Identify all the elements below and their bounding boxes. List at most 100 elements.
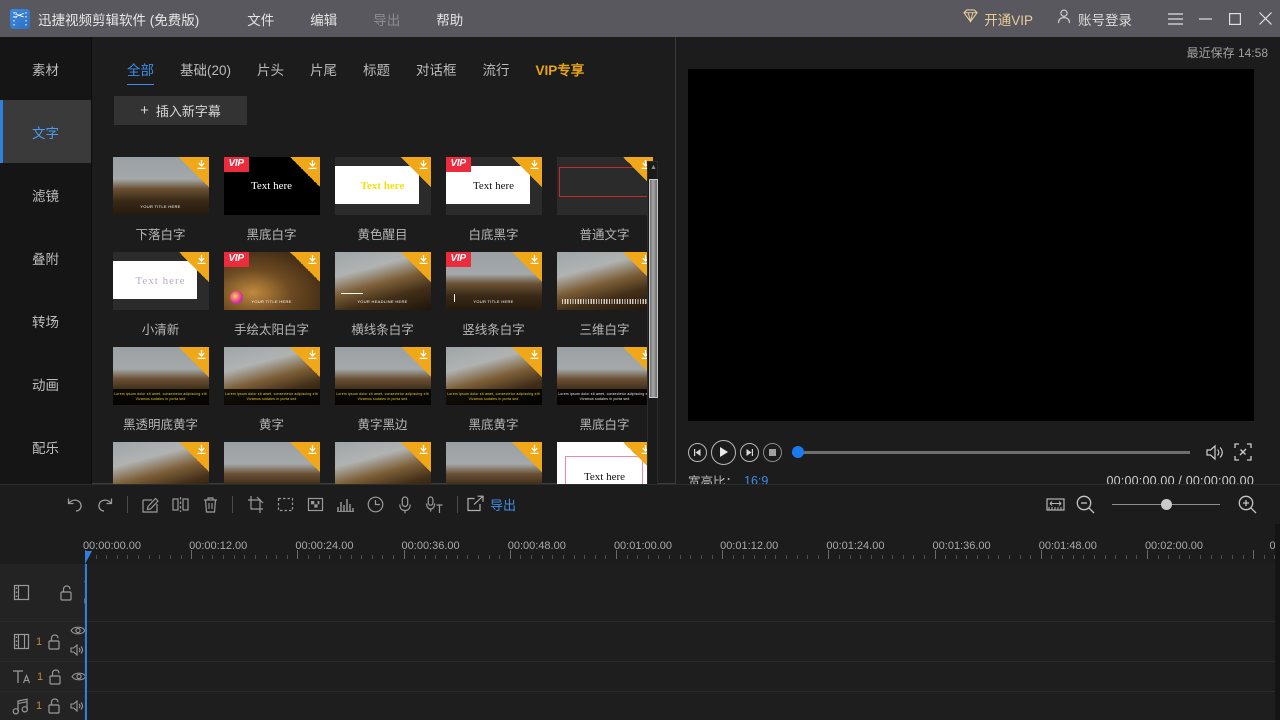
template-item[interactable]: Text here 黄色醒目 [327,157,438,243]
template-item[interactable]: Lorem ipsum dolor sit amet, consectetur … [549,347,660,433]
hamburger-menu-icon[interactable] [1160,0,1190,37]
template-item[interactable]: YOUR TITLE HERE 下落白字 [105,157,216,243]
tab-popular[interactable]: 流行 [470,55,523,83]
timeline-track-video-1[interactable]: 1 [0,622,1280,662]
timeline-zoom-slider[interactable] [1112,495,1220,515]
delete-icon[interactable] [195,485,225,525]
insert-new-subtitle-button[interactable]: + 插入新字幕 [114,96,247,125]
duration-icon[interactable] [360,485,390,525]
timeline-ruler[interactable]: 00:00:00.0000:00:12.0000:00:24.0000:00:3… [0,524,1280,564]
maximize-icon[interactable] [1220,0,1250,37]
crop-icon[interactable] [240,485,270,525]
tab-opening[interactable]: 片头 [244,55,297,83]
download-icon[interactable] [179,442,209,472]
stop-button[interactable] [763,443,782,462]
track-clip-area[interactable] [85,564,1280,621]
track-clip-area[interactable] [85,622,1280,661]
template-item[interactable]: 普通文字 [549,157,660,243]
download-icon[interactable] [290,157,320,187]
download-icon[interactable] [401,442,431,472]
sidebar-item-filter[interactable]: 滤镜 [0,163,91,226]
split-icon[interactable] [165,485,195,525]
zoom-knob[interactable] [1161,499,1172,510]
template-item[interactable]: YOUR HEADLINE HERE 横线条白字 [327,252,438,338]
mosaic-icon[interactable] [300,485,330,525]
download-icon[interactable] [179,252,209,282]
download-icon[interactable] [401,157,431,187]
tab-all[interactable]: 全部 [114,55,167,83]
tab-vip-exclusive[interactable]: VIP专享 [523,55,598,83]
fullscreen-icon[interactable] [1232,441,1254,463]
menu-item-file[interactable]: 文件 [229,5,292,33]
download-icon[interactable] [512,347,542,377]
template-item[interactable]: Lorem ipsum dolor sit amet, consectetur … [438,347,549,433]
template-item[interactable]: 三维白字 [549,252,660,338]
playback-progress-slider[interactable] [792,439,1190,465]
timeline-track-audio-1[interactable]: 1 [0,692,1280,720]
track-clip-area[interactable] [85,692,1280,720]
resize-icon[interactable] [270,485,300,525]
template-grid-scroll-area[interactable]: YOUR TITLE HERE 下落白字 Text here VIP 黑底白字 [92,157,676,517]
download-icon[interactable] [401,252,431,282]
download-icon[interactable] [179,157,209,187]
tab-title[interactable]: 标题 [350,55,403,83]
fit-timeline-icon[interactable] [1040,485,1070,525]
speaker-icon[interactable] [1204,441,1226,463]
sidebar-item-animation[interactable]: 动画 [0,352,91,415]
template-item[interactable]: Lorem ipsum dolor sit amet, consectetur … [105,347,216,433]
template-item[interactable]: Text here VIP 黑底白字 [216,157,327,243]
unlock-icon[interactable] [59,585,73,601]
unlock-icon[interactable] [47,634,61,650]
download-icon[interactable] [179,347,209,377]
play-button[interactable] [711,440,736,465]
sidebar-item-media[interactable]: 素材 [0,37,91,100]
timeline-vertical-scrollbar[interactable] [1275,524,1280,720]
template-item[interactable]: Text here 小清新 [105,252,216,338]
menu-item-edit[interactable]: 编辑 [292,5,355,33]
download-icon[interactable] [512,252,542,282]
scrollbar-thumb[interactable] [649,179,658,398]
undo-icon[interactable] [60,485,90,525]
download-icon[interactable] [401,347,431,377]
sidebar-item-overlay[interactable]: 叠附 [0,226,91,289]
timeline-track-text-1[interactable]: 1 [0,662,1280,692]
speaker-icon[interactable] [70,643,86,661]
prev-frame-button[interactable] [688,443,707,462]
sidebar-item-text[interactable]: 文字 [0,100,91,163]
tab-basic[interactable]: 基础(20) [167,55,244,83]
eye-icon[interactable] [70,623,86,641]
minimize-icon[interactable] [1190,0,1220,37]
scroll-up-icon[interactable]: ▲ [648,162,659,173]
unlock-icon[interactable] [48,669,62,685]
redo-icon[interactable] [90,485,120,525]
microphone-icon[interactable] [390,485,420,525]
menu-item-help[interactable]: 帮助 [418,5,481,33]
sidebar-item-transition[interactable]: 转场 [0,289,91,352]
zoom-out-icon[interactable] [1070,485,1100,525]
sidebar-item-music[interactable]: 配乐 [0,415,91,478]
tab-ending[interactable]: 片尾 [297,55,350,83]
account-login-button[interactable]: 账号登录 [1057,9,1132,29]
template-item[interactable]: Text here VIP 白底黑字 [438,157,549,243]
template-item[interactable]: YOUR TITLE HERE VIP 竖线条白字 [438,252,549,338]
download-icon[interactable] [512,157,542,187]
zoom-in-icon[interactable] [1232,485,1262,525]
export-button[interactable]: 导出 [467,495,516,515]
speaker-icon[interactable] [70,700,85,712]
audio-wave-icon[interactable] [330,485,360,525]
progress-knob[interactable] [792,446,804,458]
download-icon[interactable] [290,347,320,377]
unlock-icon[interactable] [47,698,61,714]
edit-icon[interactable] [135,485,165,525]
library-scrollbar[interactable]: ▲ ▼ [647,161,658,517]
download-icon[interactable] [290,442,320,472]
timeline-track-video-main[interactable] [0,564,1280,622]
template-item[interactable]: YOUR TITLE HERE VIP 手绘太阳白字 [216,252,327,338]
video-preview-stage[interactable] [688,69,1254,421]
download-icon[interactable] [290,252,320,282]
close-icon[interactable] [1250,0,1280,37]
download-icon[interactable] [512,442,542,472]
open-vip-button[interactable]: 开通VIP [963,9,1033,29]
tab-dialog[interactable]: 对话框 [403,55,470,83]
track-clip-area[interactable] [85,662,1280,691]
